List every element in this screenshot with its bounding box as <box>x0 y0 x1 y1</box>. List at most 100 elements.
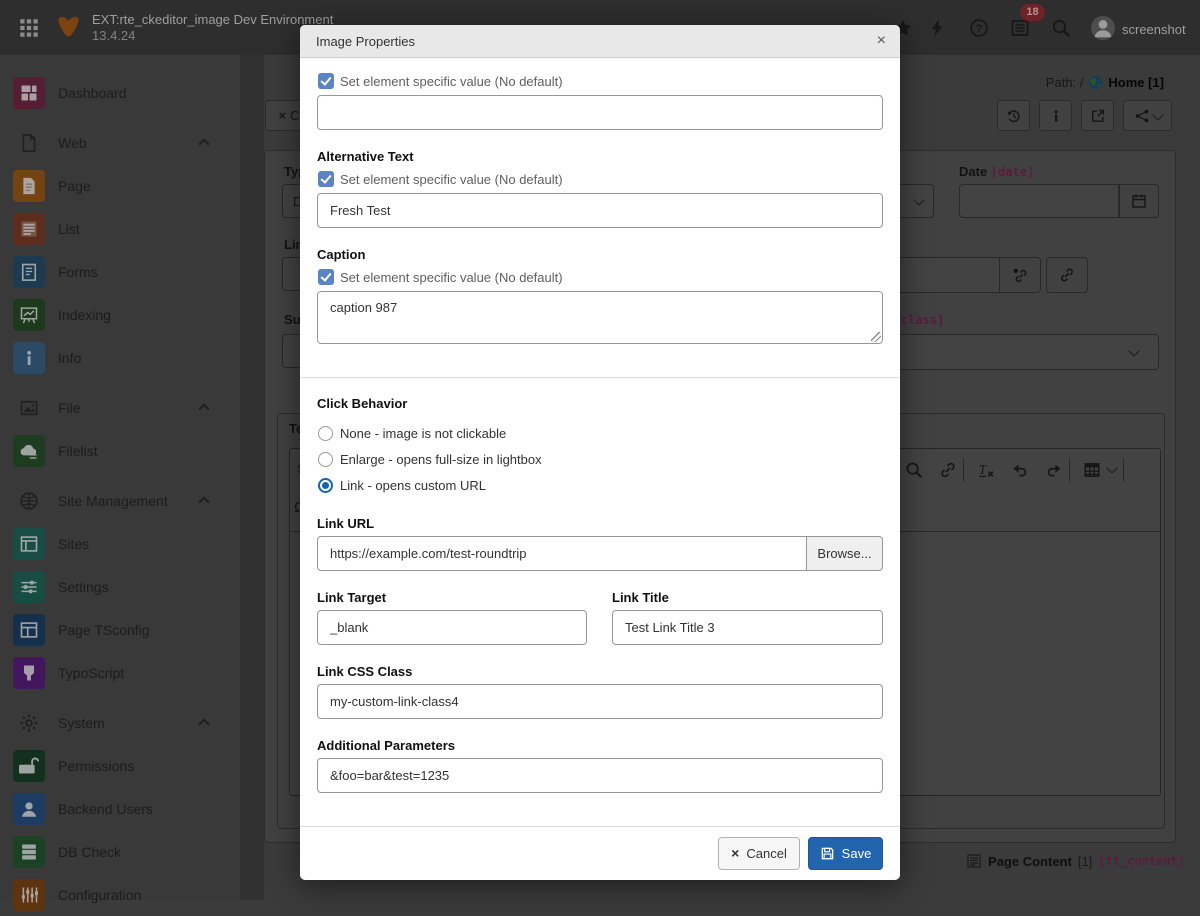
sidebar-item-backend-users[interactable]: Backend Users <box>0 787 240 830</box>
filelist-module-icon <box>13 435 45 467</box>
chevron-up-icon <box>198 496 209 507</box>
link-title-label: Link Title <box>612 590 669 605</box>
app-title: EXT:rte_ckeditor_image Dev Environment 1… <box>92 12 333 44</box>
sidebar-item-forms[interactable]: Forms <box>0 250 240 293</box>
link-css-input[interactable] <box>317 684 883 719</box>
page-ref[interactable]: Home [1] <box>1108 75 1164 90</box>
page-module-icon <box>13 170 45 202</box>
sidebar-label: Web <box>58 135 87 151</box>
caption-textarea[interactable]: caption 987 <box>317 291 883 344</box>
history-button[interactable] <box>997 100 1030 131</box>
site-globe-icon <box>1088 75 1103 90</box>
sites-module-icon <box>13 528 45 560</box>
sidebar-item-page[interactable]: Page <box>0 164 240 207</box>
record-footer: Page Content [1] [tt_content] <box>966 853 1185 869</box>
redo-icon[interactable] <box>1045 461 1063 479</box>
remove-format-icon[interactable]: T <box>977 461 995 479</box>
date-input[interactable] <box>959 184 1119 218</box>
app-grid-icon[interactable] <box>19 18 39 38</box>
toolbar-separator <box>1069 458 1070 482</box>
link-url-input[interactable] <box>317 536 807 571</box>
sidebar-item-list[interactable]: List <box>0 207 240 250</box>
save-button[interactable]: Save <box>808 837 883 870</box>
breadcrumb: Path: / Home [1] <box>1046 75 1164 90</box>
sidebar-item-info[interactable]: Info <box>0 336 240 379</box>
alt-override-checkbox[interactable] <box>318 171 334 187</box>
additional-params-input[interactable] <box>317 758 883 793</box>
chain-link-icon <box>1059 267 1075 283</box>
browse-button[interactable]: Browse... <box>807 536 883 571</box>
link-popup-button[interactable] <box>1046 257 1088 293</box>
additional-params-label: Additional Parameters <box>317 738 455 753</box>
gear-icon <box>19 713 39 733</box>
frame-class-key-fragment: class] <box>901 313 944 327</box>
sidebar-label: Backend Users <box>58 801 153 817</box>
close-icon[interactable]: × <box>877 31 886 51</box>
sidebar-item-page-tsconfig[interactable]: Page TSconfig <box>0 608 240 651</box>
alt-text-input[interactable] <box>317 193 883 228</box>
undo-icon[interactable] <box>1011 461 1029 479</box>
radio-link[interactable] <box>318 478 333 493</box>
cancel-button[interactable]: × Cancel <box>718 837 800 870</box>
link-record-button[interactable] <box>1000 257 1041 293</box>
avatar[interactable] <box>1091 16 1115 40</box>
link-title-input[interactable] <box>612 610 883 645</box>
sidebar-section-system[interactable]: System <box>0 701 240 744</box>
history-icon <box>1006 108 1022 124</box>
top-override-checkbox[interactable] <box>318 73 334 89</box>
sidebar-item-typoscript[interactable]: TypoScript <box>0 651 240 694</box>
sidebar-item-sites[interactable]: Sites <box>0 522 240 565</box>
sidebar-section-site-management[interactable]: Site Management <box>0 479 240 522</box>
sidebar-item-settings[interactable]: Settings <box>0 565 240 608</box>
sidebar-label: Indexing <box>58 307 111 323</box>
modal-footer: × Cancel Save <box>300 826 900 880</box>
username[interactable]: screenshot <box>1122 22 1186 37</box>
caption-label: Caption <box>317 247 365 262</box>
clear-cache-bolt-icon[interactable] <box>927 18 947 38</box>
pagetree-splitter[interactable] <box>240 55 264 900</box>
radio-enlarge[interactable] <box>318 452 333 467</box>
sidebar-item-indexing[interactable]: Indexing <box>0 293 240 336</box>
info-button[interactable] <box>1039 100 1072 131</box>
sidebar-item-dashboard[interactable]: Dashboard <box>0 71 240 114</box>
settings-module-icon <box>13 571 45 603</box>
modal-header: Image Properties × <box>300 25 900 58</box>
chevron-up-icon <box>198 138 209 149</box>
page-tsconfig-module-icon <box>13 614 45 646</box>
share-icon <box>1134 108 1150 124</box>
typo3-logo-icon[interactable] <box>57 15 80 38</box>
systeminfo-icon[interactable] <box>1010 18 1030 38</box>
sidebar-item-db-check[interactable]: DB Check <box>0 830 240 873</box>
insert-link-icon[interactable] <box>939 461 957 479</box>
insert-table-icon[interactable] <box>1083 461 1101 479</box>
link-target-input[interactable] <box>317 610 587 645</box>
search-icon[interactable] <box>1051 18 1071 38</box>
sidebar-section-web[interactable]: Web <box>0 121 240 164</box>
sidebar-item-configuration[interactable]: Configuration <box>0 873 240 916</box>
sidebar-section-file[interactable]: File <box>0 386 240 429</box>
help-icon[interactable]: ? <box>969 18 989 38</box>
date-picker-button[interactable] <box>1119 184 1159 218</box>
sidebar-label: Page <box>58 178 91 194</box>
caption-override-checkbox[interactable] <box>318 269 334 285</box>
toolbar-separator <box>1123 458 1124 482</box>
sidebar-item-filelist[interactable]: Filelist <box>0 429 240 472</box>
radio-none[interactable] <box>318 426 333 441</box>
path-prefix: Path: / <box>1046 75 1084 90</box>
chevron-up-icon <box>198 718 209 729</box>
sidebar-label: Page TSconfig <box>58 622 150 638</box>
top-override-label: Set element specific value (No default) <box>340 74 563 89</box>
info-icon <box>1048 108 1064 124</box>
resize-grip[interactable] <box>871 332 881 342</box>
sidebar-label: Permissions <box>58 758 134 774</box>
title-input[interactable] <box>317 95 883 130</box>
view-webpage-button[interactable] <box>1081 100 1114 131</box>
notification-badge: 18 <box>1020 4 1045 21</box>
sidebar-label: Dashboard <box>58 85 127 101</box>
share-button[interactable] <box>1123 100 1172 131</box>
chevron-down-icon <box>1152 109 1163 120</box>
sidebar-item-permissions[interactable]: Permissions <box>0 744 240 787</box>
image-properties-modal: Image Properties × Set element specific … <box>300 25 900 880</box>
svg-text:?: ? <box>976 23 983 35</box>
find-replace-icon[interactable] <box>905 461 923 479</box>
